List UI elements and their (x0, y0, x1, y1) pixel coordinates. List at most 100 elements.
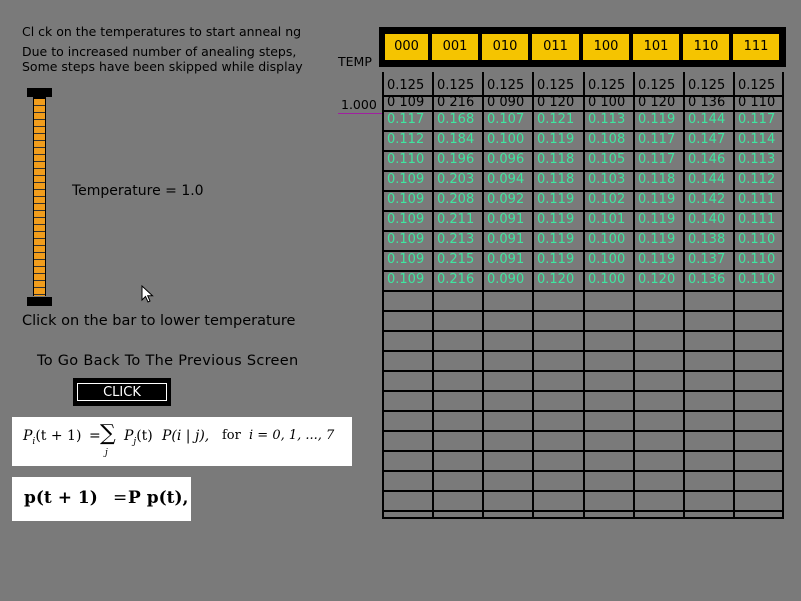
initial-probability-cell: 0.125 (387, 78, 425, 93)
annealing-probability-cell: 0.111 (738, 212, 776, 227)
grid-hline (382, 510, 784, 512)
temp-column-heading: TEMP (338, 54, 372, 69)
annealing-probability-cell: 0.208 (437, 192, 475, 207)
first-step-probability-cell: 0 120 (638, 95, 676, 110)
annealing-probability-cell: 0.117 (738, 112, 776, 127)
grid-hline (382, 430, 784, 432)
header-state-000[interactable]: 000 (385, 34, 428, 60)
back-instruction: To Go Back To The Previous Screen (37, 353, 299, 369)
header-state-110[interactable]: 110 (683, 34, 729, 60)
formula2-equals: = (113, 488, 128, 508)
header-state-111[interactable]: 111 (733, 34, 779, 60)
formula1-index-range: i = 0, 1, ..., 7 (249, 428, 335, 443)
temp-underline (338, 113, 382, 114)
annealing-probability-cell: 0.090 (487, 272, 525, 287)
annealing-probability-cell: 0.119 (638, 252, 676, 267)
annealing-probability-cell: 0.119 (638, 232, 676, 247)
formula-vector-update: p(t + 1) = P p(t), (12, 477, 191, 521)
annealing-probability-cell: 0.101 (588, 212, 626, 227)
annealing-probability-cell: 0.114 (738, 132, 776, 147)
annealing-probability-cell: 0.144 (688, 112, 726, 127)
grid-hline (382, 370, 784, 372)
state-header-row: 000 001 010 011 100 101 110 111 (379, 27, 786, 67)
annealing-probability-cell: 0.109 (387, 192, 425, 207)
annealing-probability-cell: 0.121 (537, 112, 575, 127)
annealing-probability-cell: 0.168 (437, 112, 475, 127)
annealing-probability-cell: 0.113 (738, 152, 776, 167)
thermometer-top-cap (27, 88, 52, 97)
annealing-probability-cell: 0.091 (487, 232, 525, 247)
mouse-cursor-icon (141, 285, 154, 303)
annealing-probability-cell: 0.105 (588, 152, 626, 167)
annealing-probability-cell: 0.213 (437, 232, 475, 247)
grid-hline (382, 450, 784, 452)
initial-probability-cell: 0.125 (487, 78, 525, 93)
annealing-probability-cell: 0.216 (437, 272, 475, 287)
initial-probability-cell: 0.125 (537, 78, 575, 93)
annealing-probability-cell: 0.140 (688, 212, 726, 227)
annealing-probability-cell: 0.136 (688, 272, 726, 287)
first-step-probability-cell: 0 120 (537, 95, 575, 110)
back-click-button[interactable]: CLICK (73, 378, 171, 406)
formula2-rhs: P p(t), (128, 488, 189, 508)
annealing-probability-cell: 0.109 (387, 172, 425, 187)
header-state-011[interactable]: 011 (532, 34, 579, 60)
annealing-probability-cell: 0.120 (638, 272, 676, 287)
annealing-probability-cell: 0.119 (537, 252, 575, 267)
annealing-probability-cell: 0.117 (638, 132, 676, 147)
formula1-sum-sub: j (105, 448, 108, 458)
temperature-bar[interactable] (33, 99, 46, 296)
first-step-probability-cell: 0 110 (738, 95, 776, 110)
grid-hline (382, 330, 784, 332)
annealing-probability-cell: 0.119 (638, 112, 676, 127)
annealing-probability-cell: 0.110 (738, 272, 776, 287)
annealing-probability-cell: 0.109 (387, 212, 425, 227)
annealing-probability-cell: 0.120 (537, 272, 575, 287)
annealing-probability-cell: 0.112 (387, 132, 425, 147)
annealing-probability-cell: 0.091 (487, 212, 525, 227)
first-step-probability-cell: 0 136 (688, 95, 726, 110)
annealing-probability-cell: 0.092 (487, 192, 525, 207)
annealing-probability-cell: 0.109 (387, 252, 425, 267)
header-state-101[interactable]: 101 (633, 34, 679, 60)
header-state-001[interactable]: 001 (432, 34, 478, 60)
formula1-term1: P (124, 428, 134, 444)
formula1-equals: = (89, 428, 101, 444)
annealing-probability-cell: 0.113 (588, 112, 626, 127)
annealing-probability-cell: 0.107 (487, 112, 525, 127)
annealing-probability-cell: 0.119 (537, 212, 575, 227)
first-step-probability-cell: 0 090 (487, 95, 525, 110)
annealing-probability-cell: 0.100 (487, 132, 525, 147)
thermometer-bottom-cap (27, 297, 52, 306)
first-step-probability-cell: 0 216 (437, 95, 475, 110)
annealing-probability-cell: 0.137 (688, 252, 726, 267)
initial-probability-cell: 0.125 (688, 78, 726, 93)
header-state-100[interactable]: 100 (583, 34, 629, 60)
annealing-probability-cell: 0.138 (688, 232, 726, 247)
annealing-probability-cell: 0.094 (487, 172, 525, 187)
instruction-line-2: Due to increased number of anealing step… (22, 44, 297, 59)
annealing-probability-cell: 0.110 (738, 252, 776, 267)
temp-value-label[interactable]: 1.000 (341, 97, 377, 112)
grid-hline (382, 350, 784, 352)
grid-hline (382, 290, 784, 292)
grid-hline (382, 310, 784, 312)
annealing-probability-cell: 0.117 (638, 152, 676, 167)
annealing-probability-cell: 0.110 (387, 152, 425, 167)
annealing-probability-cell: 0.100 (588, 232, 626, 247)
annealing-probability-cell: 0.119 (537, 132, 575, 147)
first-step-probability-cell: 0 109 (387, 95, 425, 110)
header-state-010[interactable]: 010 (482, 34, 528, 60)
annealing-probability-cell: 0.103 (588, 172, 626, 187)
formula1-term2: P(i | j), (162, 428, 210, 444)
grid-hline (382, 470, 784, 472)
annealing-probability-cell: 0.100 (588, 272, 626, 287)
initial-probability-cell: 0.125 (738, 78, 776, 93)
formula2-lhs: p(t + 1) (24, 488, 98, 508)
annealing-probability-cell: 0.110 (738, 232, 776, 247)
formula1-term1-arg: (t) (136, 428, 153, 444)
grid-hline (382, 517, 784, 519)
annealing-probability-cell: 0.184 (437, 132, 475, 147)
annealing-probability-cell: 0.146 (688, 152, 726, 167)
annealing-probability-cell: 0.196 (437, 152, 475, 167)
